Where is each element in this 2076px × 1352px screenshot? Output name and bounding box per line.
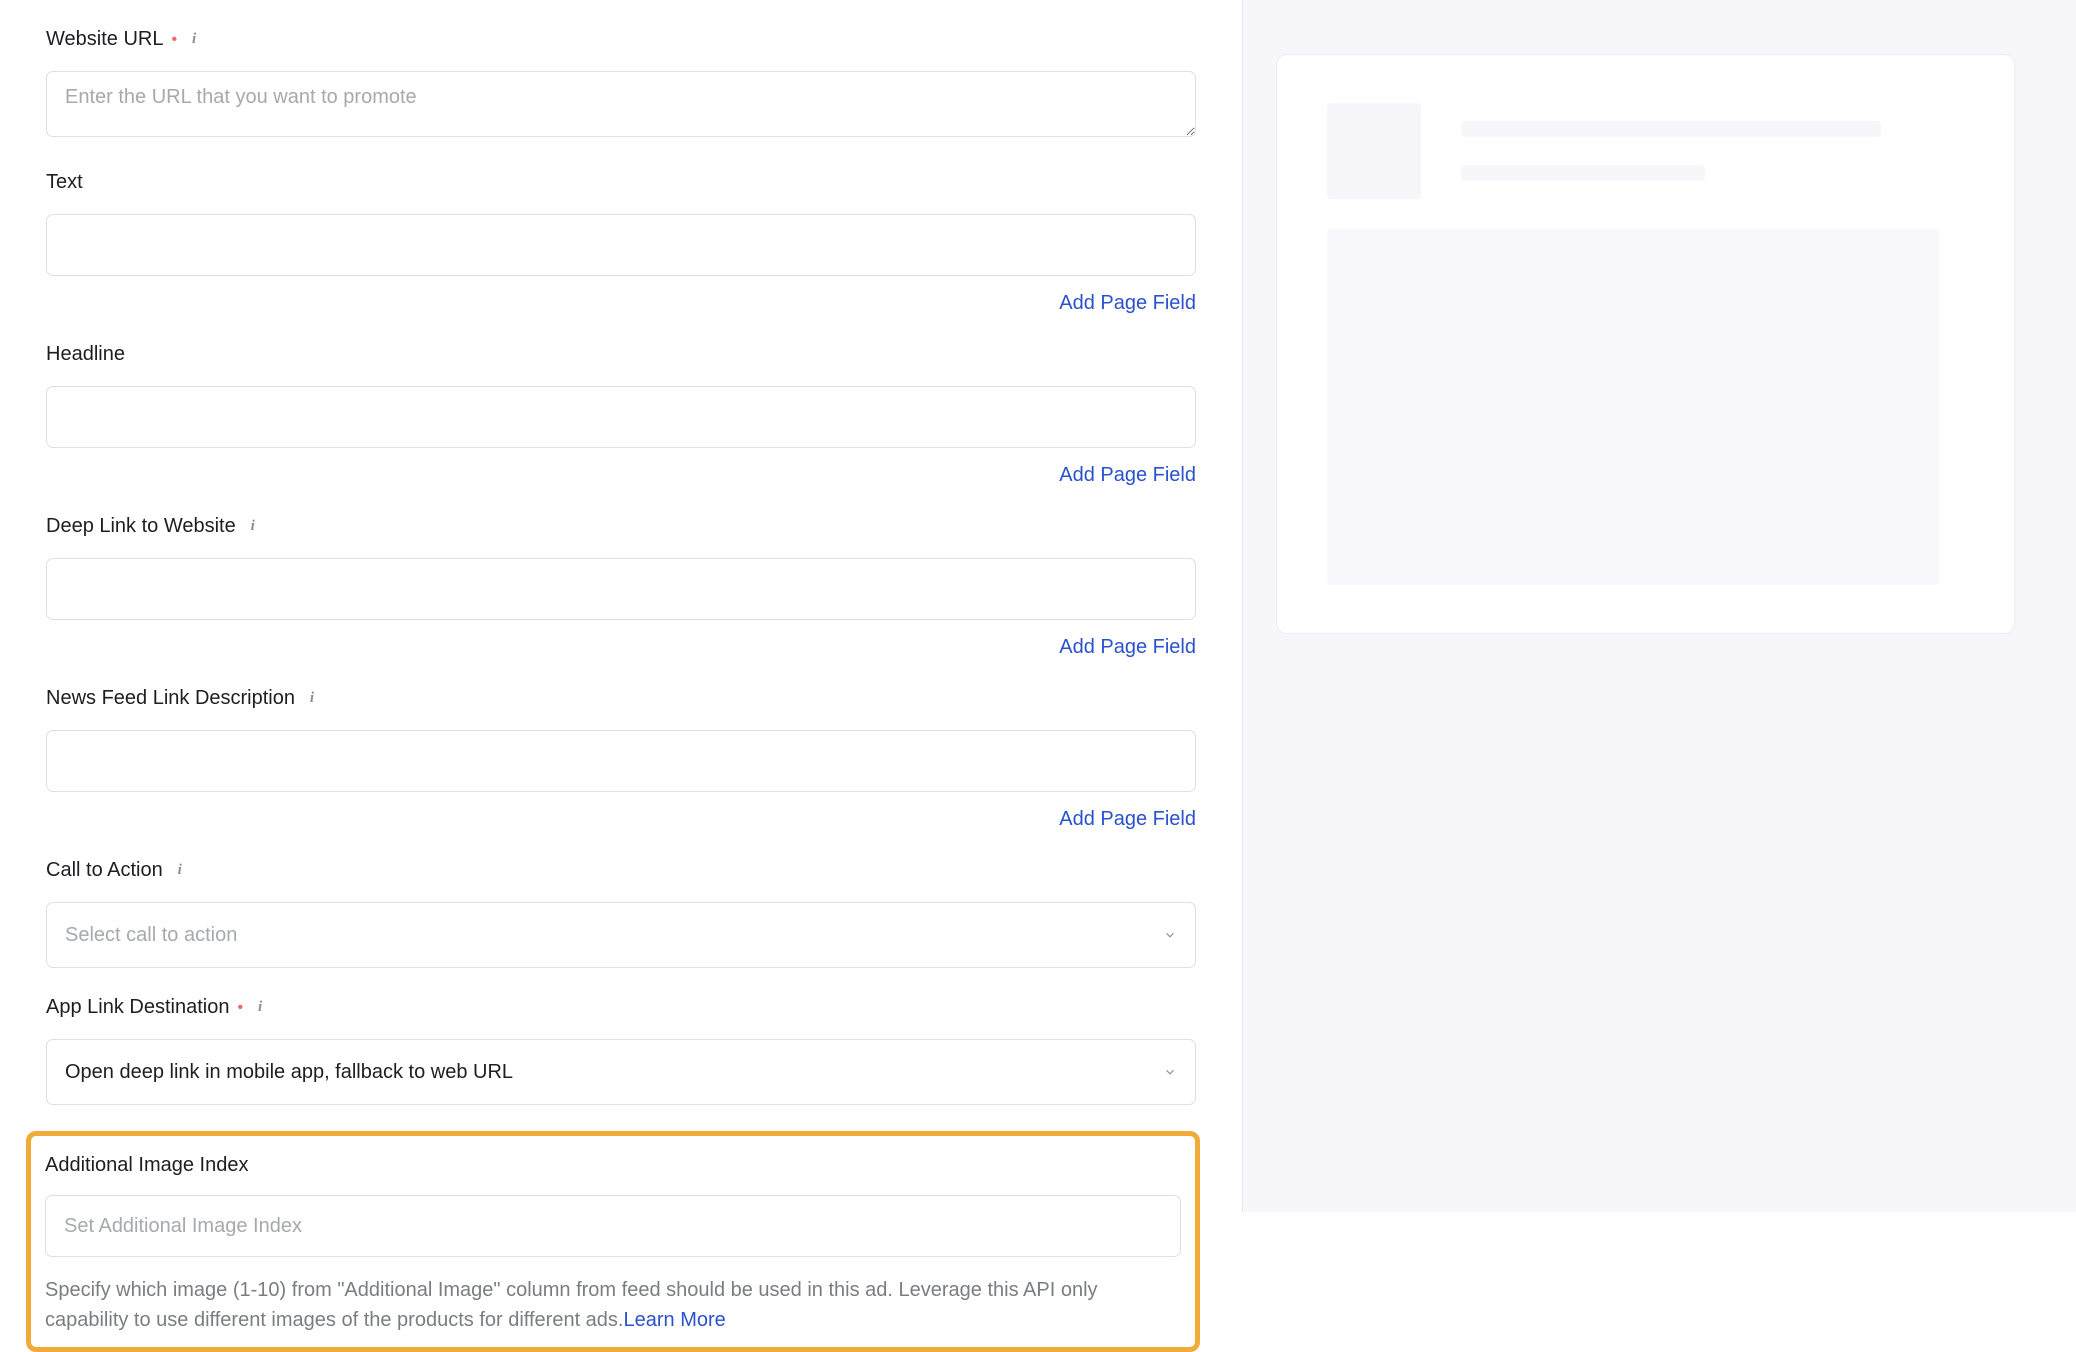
add-page-field-link[interactable]: Add Page Field bbox=[1059, 808, 1196, 830]
label-text: Additional Image Index bbox=[45, 1154, 248, 1177]
preview-panel bbox=[1243, 0, 2076, 1212]
preview-line-placeholder bbox=[1461, 165, 1705, 181]
website-url-input[interactable] bbox=[46, 71, 1196, 137]
cta-field: Call to Action i Select call to action bbox=[46, 859, 1196, 968]
additional-image-index-input[interactable] bbox=[45, 1195, 1181, 1257]
text-label: Text bbox=[46, 171, 1196, 194]
label-text: Call to Action bbox=[46, 859, 163, 882]
headline-label: Headline bbox=[46, 343, 1196, 366]
preview-body-placeholder bbox=[1327, 229, 1939, 585]
info-icon[interactable]: i bbox=[303, 690, 321, 708]
add-page-field-link[interactable]: Add Page Field bbox=[1059, 636, 1196, 658]
deep-link-field: Deep Link to Website i Add Page Field bbox=[46, 515, 1196, 659]
app-link-dest-label: App Link Destination • i bbox=[46, 996, 1196, 1019]
headline-field: Headline Add Page Field bbox=[46, 343, 1196, 487]
app-link-dest-field: App Link Destination • i Open deep link … bbox=[46, 996, 1196, 1105]
add-page-field-link[interactable]: Add Page Field bbox=[1059, 292, 1196, 314]
deep-link-input[interactable] bbox=[46, 558, 1196, 620]
news-feed-desc-label: News Feed Link Description i bbox=[46, 687, 1196, 710]
preview-card bbox=[1277, 55, 2014, 633]
news-feed-desc-field: News Feed Link Description i Add Page Fi… bbox=[46, 687, 1196, 831]
news-feed-desc-add-page-field-row: Add Page Field bbox=[46, 808, 1196, 831]
preview-line-placeholder bbox=[1461, 121, 1881, 137]
preview-header-lines bbox=[1461, 121, 1964, 181]
deep-link-label: Deep Link to Website i bbox=[46, 515, 1196, 538]
learn-more-link[interactable]: Learn More bbox=[624, 1309, 726, 1331]
required-indicator: • bbox=[171, 32, 177, 48]
label-text: Text bbox=[46, 171, 83, 194]
info-icon[interactable]: i bbox=[171, 862, 189, 880]
website-url-label: Website URL • i bbox=[46, 28, 1196, 51]
additional-image-index-highlight: Additional Image Index Specify which ima… bbox=[26, 1131, 1200, 1352]
label-text: Website URL bbox=[46, 28, 163, 51]
text-field: Text Add Page Field bbox=[46, 171, 1196, 315]
cta-select-placeholder: Select call to action bbox=[65, 924, 237, 947]
preview-avatar-placeholder bbox=[1327, 103, 1421, 199]
cta-select[interactable]: Select call to action bbox=[46, 902, 1196, 968]
website-url-field: Website URL • i bbox=[46, 28, 1196, 143]
info-icon[interactable]: i bbox=[185, 31, 203, 49]
info-icon[interactable]: i bbox=[251, 999, 269, 1017]
additional-image-index-help: Specify which image (1-10) from "Additio… bbox=[45, 1275, 1181, 1335]
label-text: App Link Destination bbox=[46, 996, 229, 1019]
label-text: Deep Link to Website bbox=[46, 515, 236, 538]
help-text-content: Specify which image (1-10) from "Additio… bbox=[45, 1279, 1098, 1331]
deep-link-add-page-field-row: Add Page Field bbox=[46, 636, 1196, 659]
info-icon[interactable]: i bbox=[244, 518, 262, 536]
text-input[interactable] bbox=[46, 214, 1196, 276]
app-link-dest-value: Open deep link in mobile app, fallback t… bbox=[65, 1061, 513, 1084]
label-text: Headline bbox=[46, 343, 125, 366]
cta-label: Call to Action i bbox=[46, 859, 1196, 882]
required-indicator: • bbox=[237, 1000, 243, 1016]
label-text: News Feed Link Description bbox=[46, 687, 295, 710]
chevron-down-icon bbox=[1163, 928, 1177, 942]
text-add-page-field-row: Add Page Field bbox=[46, 292, 1196, 315]
form-panel: Website URL • i Text Add Page Field Head… bbox=[0, 0, 1243, 1212]
preview-header bbox=[1327, 103, 1964, 199]
headline-add-page-field-row: Add Page Field bbox=[46, 464, 1196, 487]
news-feed-desc-input[interactable] bbox=[46, 730, 1196, 792]
additional-image-index-label: Additional Image Index bbox=[45, 1154, 1181, 1177]
headline-input[interactable] bbox=[46, 386, 1196, 448]
app-link-dest-select[interactable]: Open deep link in mobile app, fallback t… bbox=[46, 1039, 1196, 1105]
chevron-down-icon bbox=[1163, 1065, 1177, 1079]
add-page-field-link[interactable]: Add Page Field bbox=[1059, 464, 1196, 486]
